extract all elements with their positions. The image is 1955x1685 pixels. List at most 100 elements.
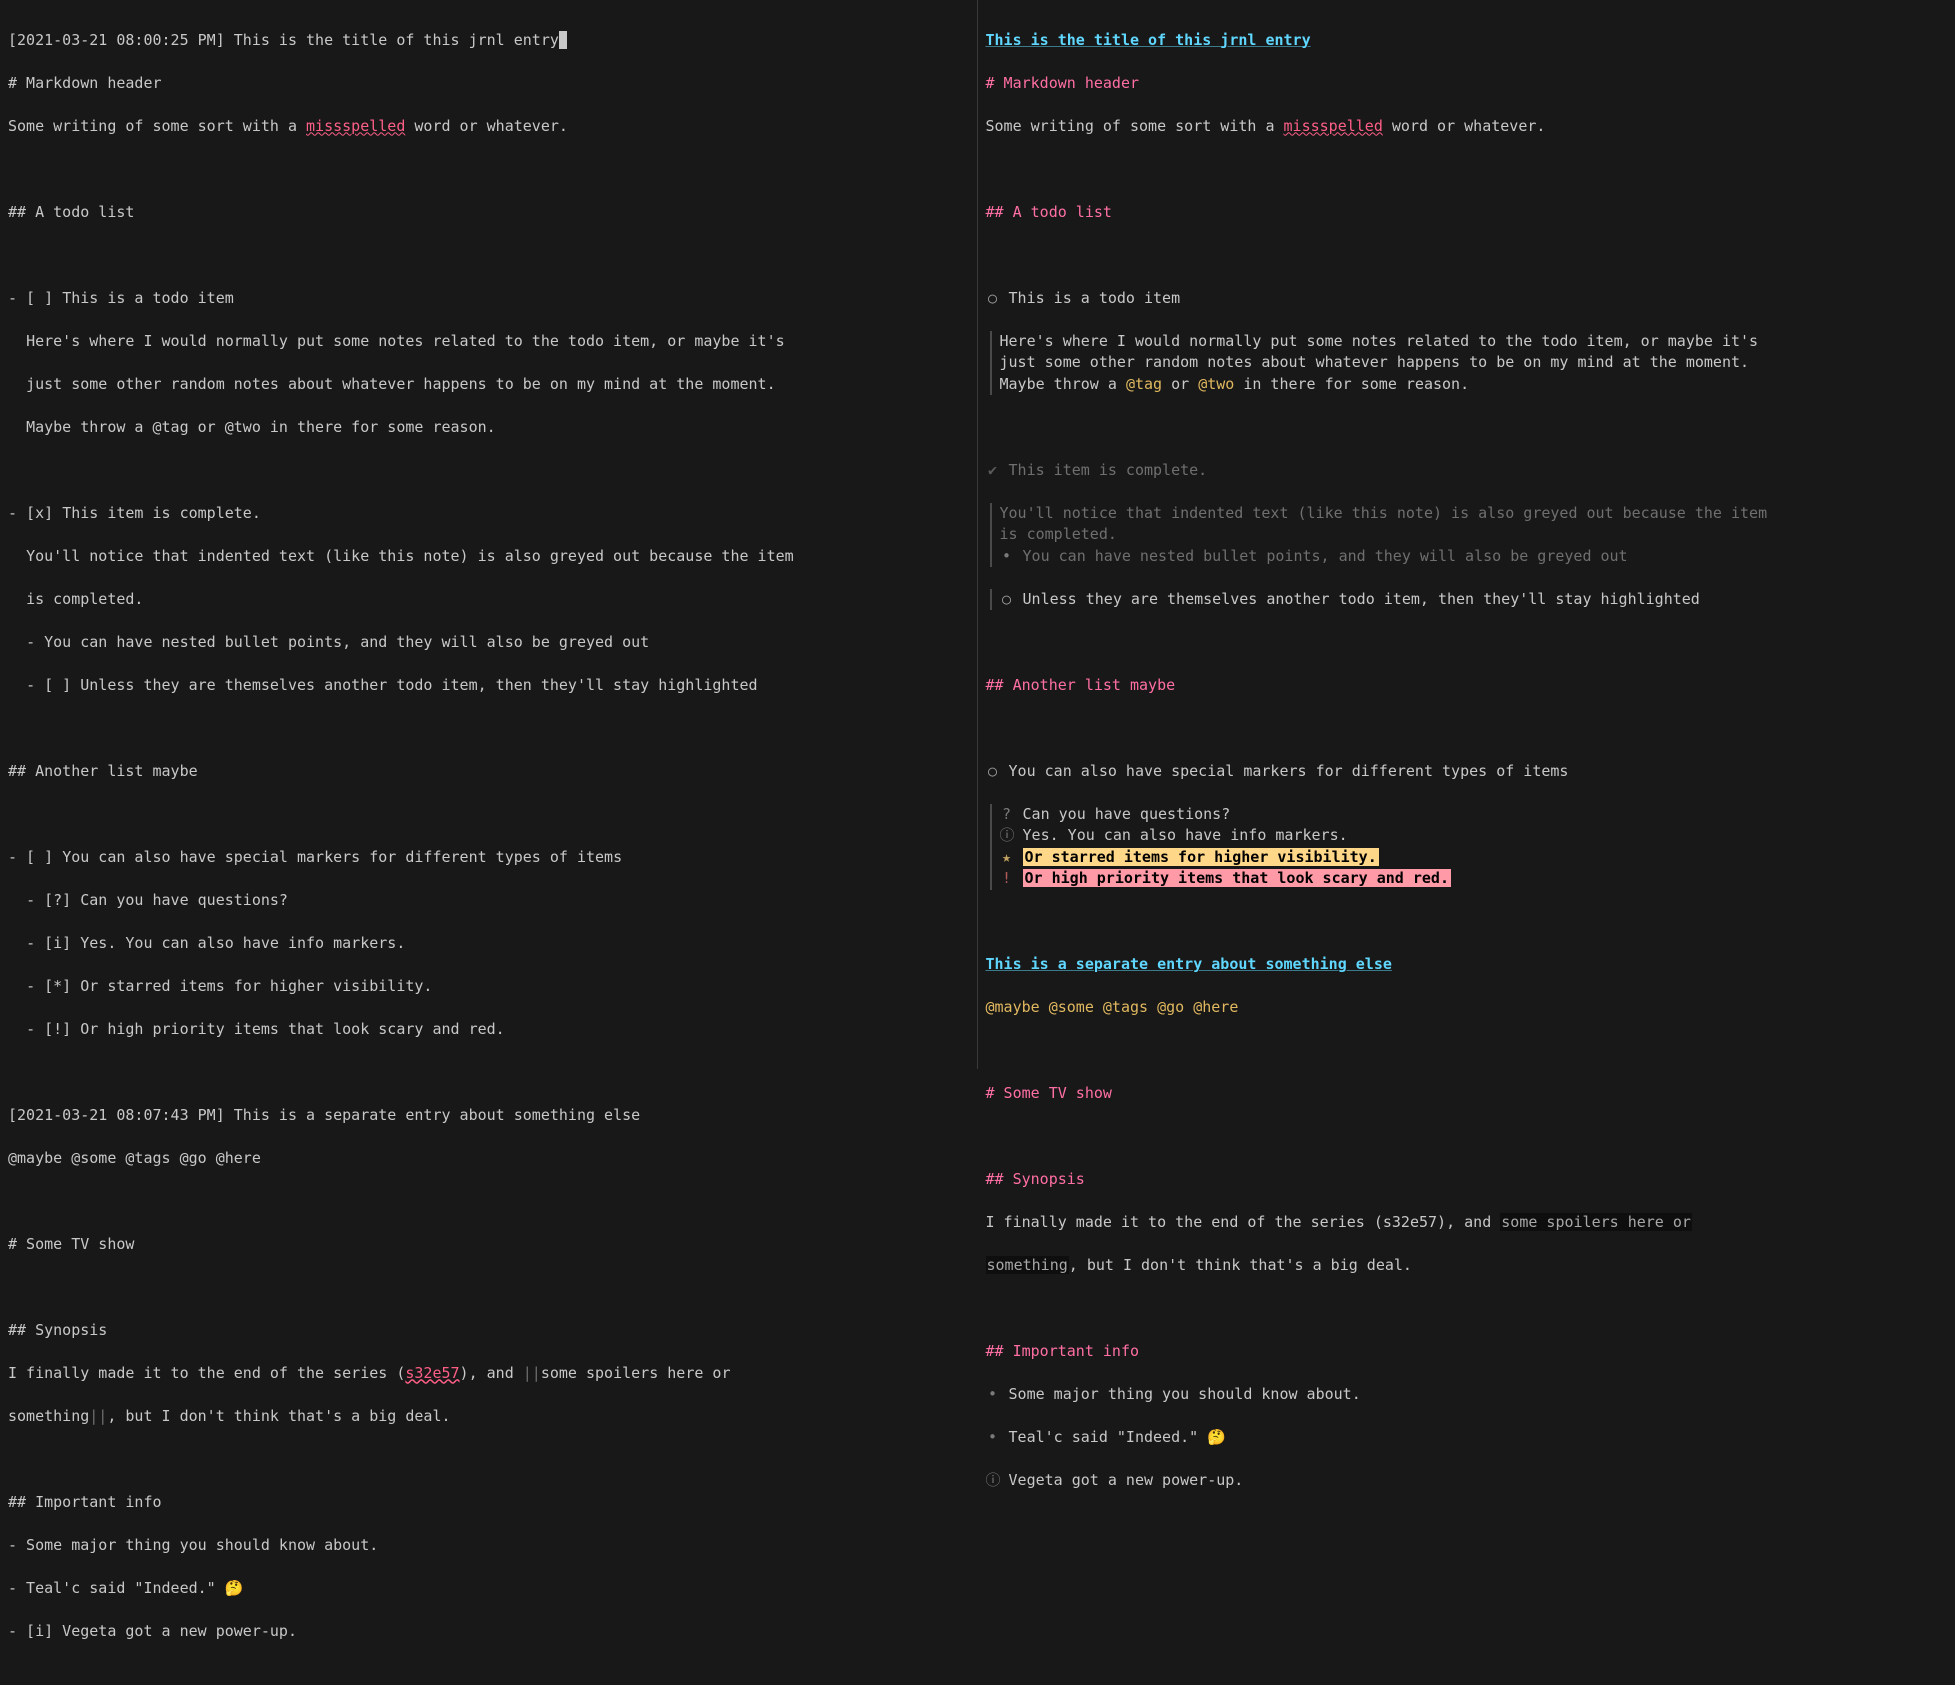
tag: @some — [71, 1149, 116, 1167]
special-info: Yes. You can also have info markers. — [1023, 826, 1348, 844]
todo-marker: - [ ] — [8, 289, 62, 307]
question-icon: ? — [1000, 804, 1014, 826]
info-icon: ⓘ — [986, 1470, 1000, 1492]
markdown-header: # Markdown header — [986, 73, 1948, 95]
todo-sub: - You can have nested bullet points, and… — [8, 632, 969, 654]
todo-marker: - [ ] — [8, 848, 62, 866]
special-bang: - [!] Or high priority items that look s… — [8, 1019, 969, 1041]
right-pane-rendered[interactable]: This is the title of this jrnl entry # M… — [978, 0, 1955, 1069]
syn-text: I finally made it to the end of the seri… — [986, 1213, 1501, 1231]
heading-tv: # Some TV show — [8, 1234, 969, 1256]
todo-note: in there for some reason. — [1234, 375, 1469, 393]
bullet-icon: • — [986, 1384, 1000, 1406]
todo-note: is completed. — [8, 589, 969, 611]
thinking-emoji: 🤔 — [1207, 1428, 1226, 1446]
spoiler-bar: || — [89, 1407, 107, 1425]
todo-sub: Unless they are themselves another todo … — [1023, 590, 1700, 608]
body-text: Some writing of some sort with a — [986, 117, 1284, 135]
imp-item: Vegeta got a new power-up. — [1009, 1471, 1244, 1489]
todo-done-icon: ✔ — [986, 460, 1000, 482]
todo-open-icon: ○ — [1000, 589, 1014, 611]
tag: @some — [1049, 998, 1094, 1016]
left-pane-raw[interactable]: [2021-03-21 08:00:25 PM] This is the tit… — [0, 0, 978, 1069]
spoiler-text: something — [986, 1256, 1069, 1274]
syn-text: , but I don't think that's a big deal. — [1069, 1256, 1412, 1274]
todo-note: Maybe throw a — [8, 418, 153, 436]
todo-sub: - [ ] Unless they are themselves another… — [8, 675, 969, 697]
markdown-header: # Markdown header — [8, 73, 969, 95]
todo-text: You can also have special markers for di… — [1009, 762, 1569, 780]
imp-item: - [i] Vegeta got a new power-up. — [8, 1621, 969, 1643]
entry-timestamp: [2021-03-21 08:07:43 PM] — [8, 1106, 225, 1124]
spoiler-text: some spoilers here or — [541, 1364, 731, 1382]
todo-note: You'll notice that indented text (like t… — [1000, 504, 1768, 522]
spoiler-text: something — [8, 1407, 89, 1425]
tag: @maybe — [986, 998, 1040, 1016]
todo-note: or — [1162, 375, 1198, 393]
cursor — [559, 31, 567, 49]
heading-todo: ## A todo list — [8, 202, 969, 224]
special-question: Can you have questions? — [1023, 805, 1231, 823]
tag: @tags — [1103, 998, 1148, 1016]
special-question: - [?] Can you have questions? — [8, 890, 969, 912]
heading-synopsis: ## Synopsis — [8, 1320, 969, 1342]
tag: @two — [1198, 375, 1234, 393]
imp-item: - Some major thing you should know about… — [8, 1535, 969, 1557]
todo-note: You'll notice that indented text (like t… — [8, 546, 969, 568]
heading-another: ## Another list maybe — [8, 761, 969, 783]
todo-text: This is a todo item — [1009, 289, 1181, 307]
spoiler-bar: || — [523, 1364, 541, 1382]
entry-timestamp: [2021-03-21 08:00:25 PM] — [8, 31, 225, 49]
entry-title-rendered: This is a separate entry about something… — [986, 955, 1392, 973]
todo-note: or — [189, 418, 225, 436]
imp-item: - Teal'c said "Indeed." — [8, 1579, 225, 1597]
heading-another: ## Another list maybe — [986, 675, 1948, 697]
heading-important: ## Important info — [986, 1341, 1948, 1363]
special-bang: Or high priority items that look scary a… — [1023, 869, 1451, 887]
todo-sub: You can have nested bullet points, and t… — [1023, 547, 1628, 565]
tag: @maybe — [8, 1149, 62, 1167]
todo-note: is completed. — [1000, 525, 1117, 543]
todo-note: Here's where I would normally put some n… — [1000, 332, 1759, 350]
syn-text: ), and — [460, 1364, 523, 1382]
entry-title: This is a separate entry about something… — [234, 1106, 640, 1124]
tag: @go — [180, 1149, 207, 1167]
tag: @two — [225, 418, 261, 436]
quote-block: ? Can you have questions? ⓘ Yes. You can… — [990, 804, 1948, 890]
todo-note: Here's where I would normally put some n… — [8, 331, 969, 353]
todo-text: This is a todo item — [62, 289, 234, 307]
todo-marker-done: - [x] — [8, 504, 62, 522]
entry-title: This is the title of this jrnl entry — [234, 31, 559, 49]
bullet-icon: • — [1000, 546, 1014, 568]
tag: @tags — [125, 1149, 170, 1167]
thinking-emoji: 🤔 — [225, 1579, 244, 1597]
heading-tv: # Some TV show — [986, 1083, 1948, 1105]
special-star: Or starred items for higher visibility. — [1023, 848, 1379, 866]
series-code: s32e57 — [405, 1364, 459, 1382]
quote-block: ○ Unless they are themselves another tod… — [990, 589, 1948, 611]
bang-icon: ! — [1000, 868, 1014, 890]
todo-note: in there for some reason. — [261, 418, 496, 436]
star-icon: ★ — [1000, 847, 1014, 869]
spoiler-text: some spoilers here or — [1500, 1213, 1692, 1231]
body-text: word or whatever. — [405, 117, 568, 135]
todo-open-icon: ○ — [986, 288, 1000, 310]
syn-text: I finally made it to the end of the seri… — [8, 1364, 405, 1382]
tag: @tag — [1126, 375, 1162, 393]
bullet-icon: • — [986, 1427, 1000, 1449]
tag: @here — [1193, 998, 1238, 1016]
misspelled-word: missspelled — [1284, 117, 1383, 135]
todo-note: Maybe throw a — [1000, 375, 1126, 393]
todo-note: just some other random notes about whate… — [8, 374, 969, 396]
imp-item: Some major thing you should know about. — [1009, 1385, 1361, 1403]
editor-split: [2021-03-21 08:00:25 PM] This is the tit… — [0, 0, 1955, 1069]
heading-todo: ## A todo list — [986, 202, 1948, 224]
heading-synopsis: ## Synopsis — [986, 1169, 1948, 1191]
quote-block-muted: You'll notice that indented text (like t… — [990, 503, 1948, 568]
body-text: word or whatever. — [1383, 117, 1546, 135]
todo-text: This item is complete. — [62, 504, 261, 522]
todo-open-icon: ○ — [986, 761, 1000, 783]
heading-important: ## Important info — [8, 1492, 969, 1514]
todo-text-done: This item is complete. — [1009, 461, 1208, 479]
imp-item: Teal'c said "Indeed." — [1009, 1428, 1208, 1446]
